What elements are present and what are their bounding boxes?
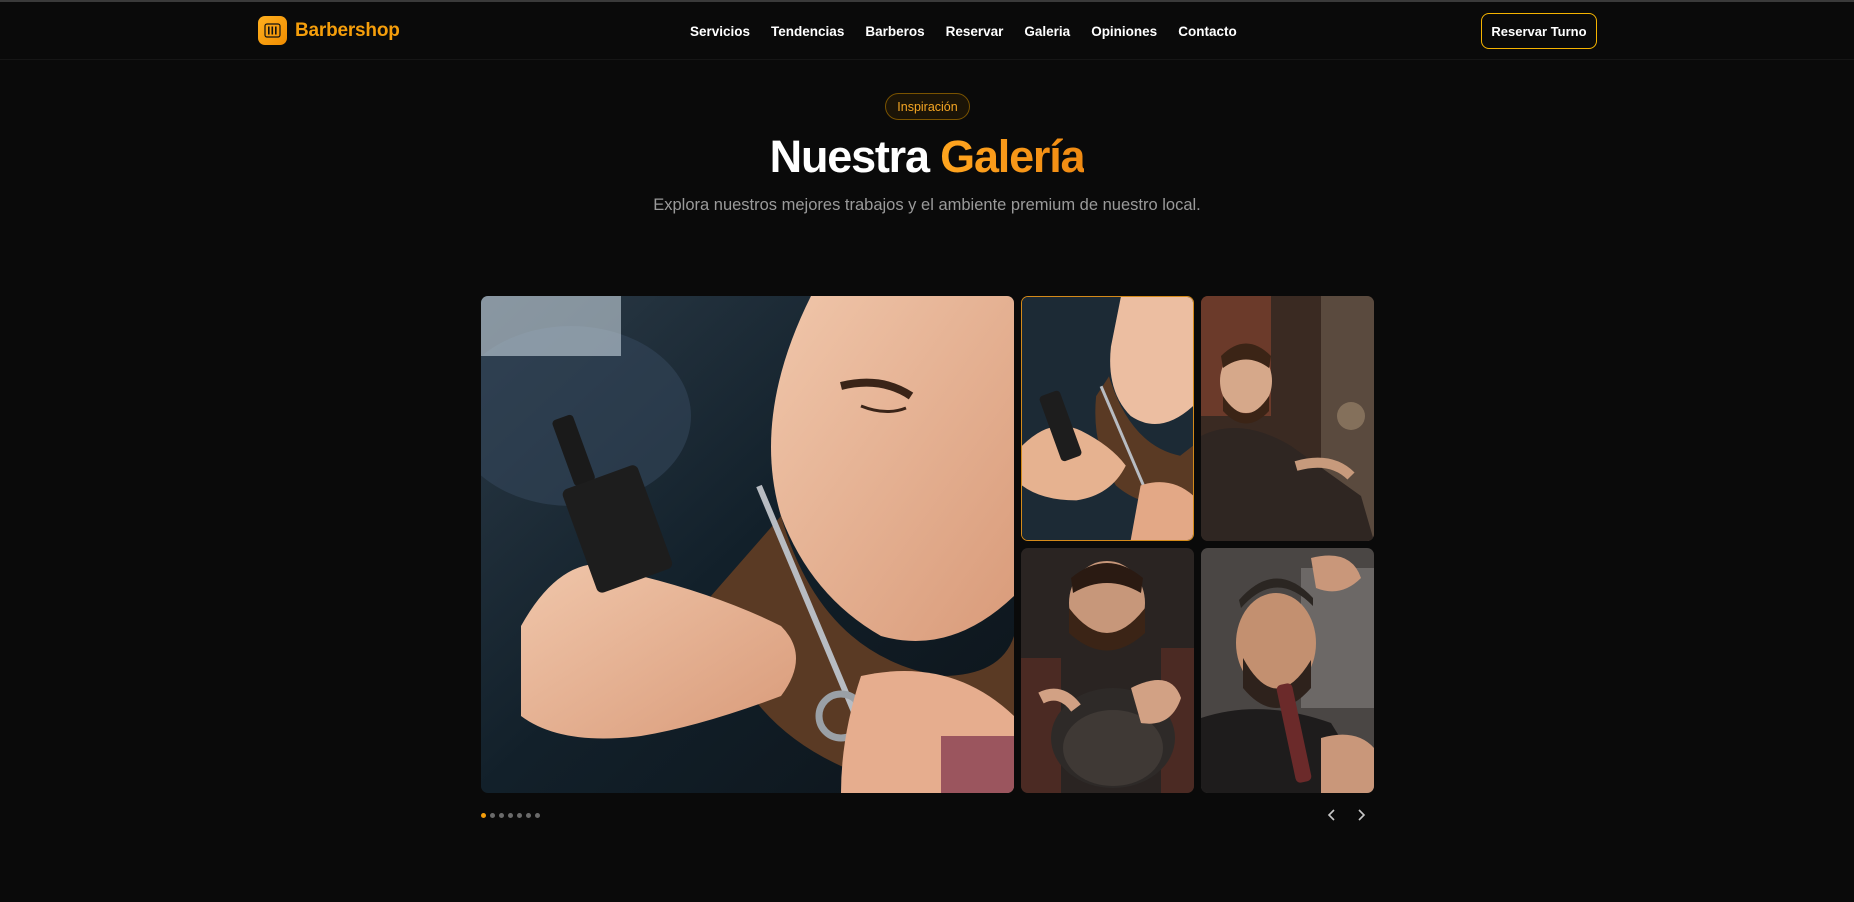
pagination-dot[interactable] xyxy=(490,813,495,818)
gallery-thumb-1[interactable] xyxy=(1021,296,1194,541)
reservar-turno-button[interactable]: Reservar Turno xyxy=(1481,13,1597,49)
section-title: Nuestra Galería xyxy=(0,131,1854,183)
section-subtitle: Explora nuestros mejores trabajos y el a… xyxy=(653,196,1201,214)
site-header: Barbershop Servicios Tendencias Barberos… xyxy=(0,2,1854,60)
gallery-next-button[interactable] xyxy=(1352,806,1370,824)
chevron-right-icon xyxy=(1358,809,1366,821)
nav-opiniones[interactable]: Opiniones xyxy=(1091,24,1157,39)
pagination-dot[interactable] xyxy=(481,813,486,818)
section-badge: Inspiración xyxy=(885,93,970,120)
nav-reservar[interactable]: Reservar xyxy=(946,24,1004,39)
title-plain: Nuestra xyxy=(769,131,930,182)
pagination-dot[interactable] xyxy=(517,813,522,818)
nav-servicios[interactable]: Servicios xyxy=(690,24,750,39)
pagination-dot[interactable] xyxy=(526,813,531,818)
nav-tendencias[interactable]: Tendencias xyxy=(771,24,844,39)
gallery-main-image[interactable] xyxy=(481,296,1014,793)
chevron-left-icon xyxy=(1327,809,1335,821)
gallery-thumb-3[interactable] xyxy=(1021,548,1194,793)
pagination-dot[interactable] xyxy=(508,813,513,818)
nav-barberos[interactable]: Barberos xyxy=(865,24,924,39)
brand-name: Barbershop xyxy=(295,19,400,41)
gallery-pagination xyxy=(481,813,540,818)
nav-contacto[interactable]: Contacto xyxy=(1178,24,1237,39)
barber-pole-icon xyxy=(258,16,287,45)
nav-galeria[interactable]: Galeria xyxy=(1024,24,1070,39)
pagination-dot[interactable] xyxy=(499,813,504,818)
gallery-thumb-4[interactable] xyxy=(1201,548,1374,793)
brand-logo[interactable]: Barbershop xyxy=(258,16,400,45)
gallery-prev-button[interactable] xyxy=(1323,806,1341,824)
main-nav: Servicios Tendencias Barberos Reservar G… xyxy=(690,24,1258,39)
gallery-thumb-2[interactable] xyxy=(1201,296,1374,541)
pagination-dot[interactable] xyxy=(535,813,540,818)
title-accent: Galería xyxy=(940,131,1085,182)
